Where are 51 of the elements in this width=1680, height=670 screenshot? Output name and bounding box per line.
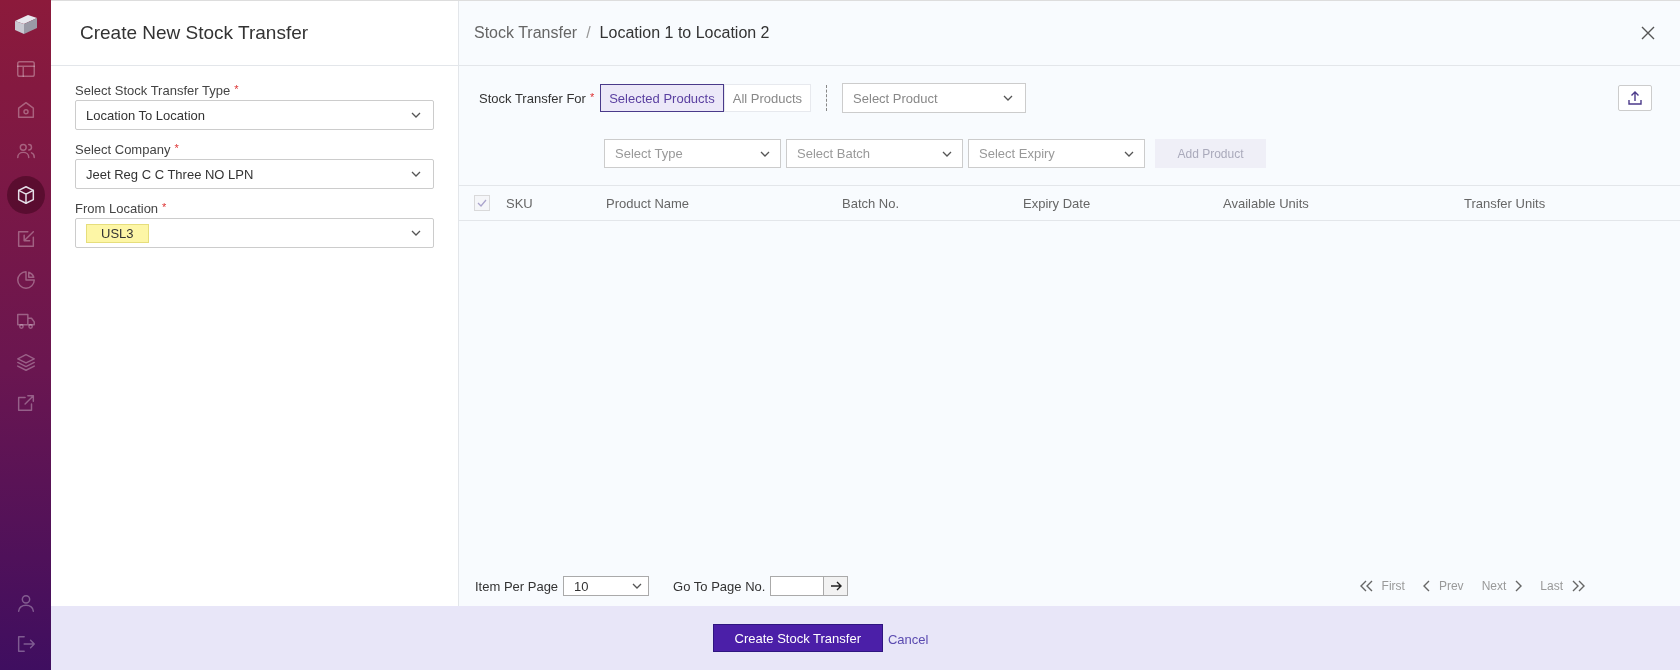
per-page-label: Item Per Page [475, 578, 559, 594]
arrow-right-icon [829, 581, 842, 591]
toggle-option[interactable]: Selected Products [600, 84, 724, 112]
goto-page-label: Go To Page No. [673, 578, 766, 594]
column-header: Product Name [606, 195, 691, 211]
select-field[interactable]: USL3 [75, 218, 434, 248]
chevron-down-icon [942, 150, 952, 157]
upload-button[interactable] [1618, 85, 1652, 111]
chevron-down-icon [1124, 150, 1134, 157]
chevron-down-icon [411, 230, 421, 236]
select-field[interactable]: Select Type [604, 139, 781, 168]
select-field[interactable]: Select Batch [786, 139, 963, 168]
form-title: Create New Stock Transfer [80, 22, 309, 44]
select-field[interactable]: Select Product [842, 83, 1027, 113]
chevron-left-icon [1422, 580, 1431, 592]
field-label: From Location * [75, 201, 168, 216]
column-header: Batch No. [842, 195, 901, 211]
breadcrumb-separator: / [586, 24, 591, 42]
go-button[interactable] [824, 576, 849, 596]
chevron-down-icon [760, 150, 770, 157]
cancel-link[interactable]: Cancel [888, 632, 929, 647]
chevron-down-icon [411, 112, 421, 118]
per-page-select[interactable]: 10 [563, 576, 650, 596]
column-header: Transfer Units [1464, 195, 1547, 211]
field-label: Stock Transfer For * [479, 90, 595, 106]
chevron-down-icon [632, 583, 643, 589]
field-label: Select Stock Transfer Type * [75, 83, 240, 98]
chevron-right-icon [1514, 580, 1523, 592]
select-field[interactable]: Location To Location [75, 100, 434, 130]
toggle-option[interactable]: All Products [723, 84, 812, 112]
column-header: Available Units [1223, 195, 1310, 211]
pie-chart-icon[interactable] [14, 269, 37, 291]
select-field[interactable]: Jeet Reg C C Three NO LPN [75, 159, 434, 189]
breadcrumb-current: Location 1 to Location 2 [599, 24, 770, 42]
double-chevron-left-icon [1359, 580, 1374, 592]
create-button[interactable]: Create Stock Transfer [712, 624, 883, 652]
upload-icon [1627, 90, 1643, 106]
check-icon [477, 199, 487, 207]
double-chevron-right-icon [1571, 580, 1585, 592]
column-header: Expiry Date [1023, 195, 1092, 211]
close-icon[interactable] [1641, 26, 1655, 40]
breadcrumb-link[interactable]: Stock Transfer [474, 24, 578, 42]
chevron-down-icon [1003, 95, 1014, 101]
layout-icon[interactable] [14, 58, 37, 80]
select-field[interactable]: Select Expiry [968, 139, 1145, 168]
chevron-down-icon [411, 171, 421, 177]
page-number-field[interactable] [770, 576, 825, 596]
column-header: SKU [506, 195, 534, 211]
logo-icon[interactable] [12, 12, 39, 36]
field-label: Select Company * [75, 142, 180, 157]
layers-icon[interactable] [14, 351, 37, 373]
